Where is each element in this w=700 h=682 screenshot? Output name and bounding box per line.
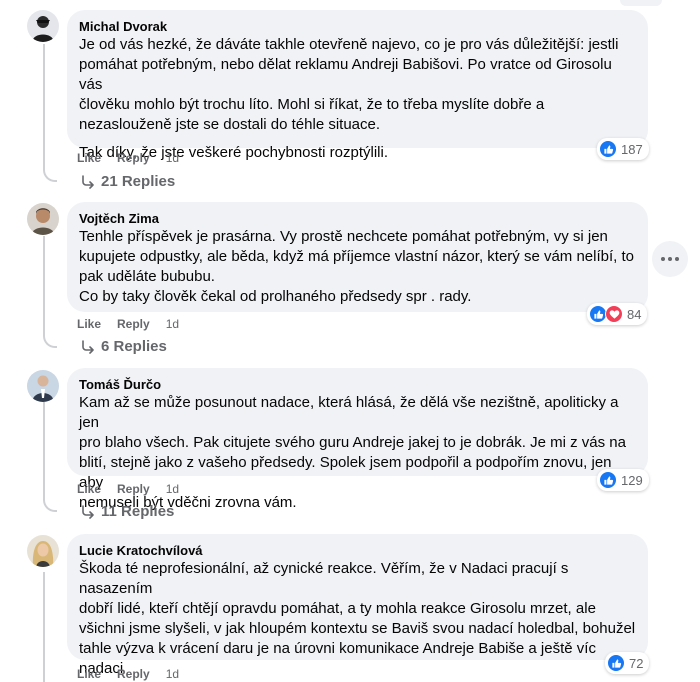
reply-button[interactable]: Reply <box>117 481 150 497</box>
comment-actions: Like Reply 1d <box>77 481 179 497</box>
avatar[interactable] <box>27 535 59 567</box>
reply-arrow-icon <box>82 174 94 189</box>
replies-count: 6 Replies <box>101 338 167 355</box>
comment-text: Škoda té neprofesionální, až cynické rea… <box>79 560 636 682</box>
thread-line <box>43 44 45 164</box>
comment-time[interactable]: 1d <box>166 316 179 332</box>
reaction-count[interactable]: 129 <box>597 469 649 491</box>
reaction-count-text: 187 <box>621 141 643 157</box>
dot-icon <box>661 257 665 261</box>
comment-actions: Like Reply 1d <box>77 150 179 166</box>
reaction-count[interactable]: 187 <box>597 138 649 160</box>
view-replies-button[interactable]: 11 Replies <box>81 503 174 520</box>
like-button[interactable]: Like <box>77 316 101 332</box>
like-reaction-icon <box>599 471 617 489</box>
reaction-count[interactable]: 72 <box>605 652 650 674</box>
thread-line <box>43 572 45 682</box>
replies-count: 11 Replies <box>101 503 175 520</box>
comment-bubble: Michal Dvorak Je od vás hezké, že dáváte… <box>67 10 648 161</box>
comment-time[interactable]: 1d <box>166 481 179 497</box>
dot-icon <box>675 257 679 261</box>
like-reaction-icon <box>599 140 617 158</box>
thread-line <box>43 402 45 494</box>
comment-actions: Like Reply 1d <box>77 316 179 332</box>
reply-arrow-icon <box>82 504 94 519</box>
view-replies-button[interactable]: 21 Replies <box>81 173 175 190</box>
view-replies-button[interactable]: 6 Replies <box>81 338 167 355</box>
previous-comment-edge <box>620 0 662 6</box>
comment-author[interactable]: Michal Dvorak <box>79 18 636 35</box>
reaction-count-text: 72 <box>629 655 644 671</box>
reply-button[interactable]: Reply <box>117 150 150 166</box>
like-button[interactable]: Like <box>77 481 101 497</box>
comment-time[interactable]: 1d <box>166 150 179 166</box>
comment-author[interactable]: Vojtěch Zima <box>79 210 636 227</box>
comment-bubble: Tomáš Ďurčo Kam až se může posunout nada… <box>67 368 648 511</box>
reply-connector <box>43 330 57 348</box>
reply-button[interactable]: Reply <box>117 316 150 332</box>
comment-author[interactable]: Tomáš Ďurčo <box>79 376 636 393</box>
comment-bubble: Lucie Kratochvílová Škoda té neprofesion… <box>67 534 648 682</box>
comment-bubble: Vojtěch Zima Tenhle příspěvek je prasárn… <box>67 202 648 312</box>
reply-button[interactable]: Reply <box>117 666 150 682</box>
love-reaction-icon <box>605 305 623 323</box>
like-button[interactable]: Like <box>77 150 101 166</box>
reply-connector <box>43 164 57 182</box>
comment-text: Tenhle příspěvek je prasárna. Vy prostě … <box>79 228 634 305</box>
reply-arrow-icon <box>82 339 94 354</box>
reaction-count-text: 129 <box>621 472 643 488</box>
thread-line <box>43 236 45 330</box>
reply-connector <box>43 494 57 512</box>
reaction-count-text: 84 <box>627 306 642 322</box>
comment-text: Je od vás hezké, že dáváte takhle otevře… <box>79 36 619 133</box>
avatar[interactable] <box>27 370 59 402</box>
comment-author[interactable]: Lucie Kratochvílová <box>79 542 636 559</box>
like-reaction-icon <box>607 654 625 672</box>
more-options-button[interactable] <box>652 241 688 277</box>
replies-count: 21 Replies <box>101 173 176 190</box>
dot-icon <box>668 257 672 261</box>
like-button[interactable]: Like <box>77 666 101 682</box>
comment-time[interactable]: 1d <box>166 666 179 682</box>
avatar[interactable] <box>27 10 59 42</box>
avatar[interactable] <box>27 203 59 235</box>
reaction-count[interactable]: 84 <box>587 303 648 325</box>
comment-actions: Like Reply 1d <box>77 666 179 682</box>
